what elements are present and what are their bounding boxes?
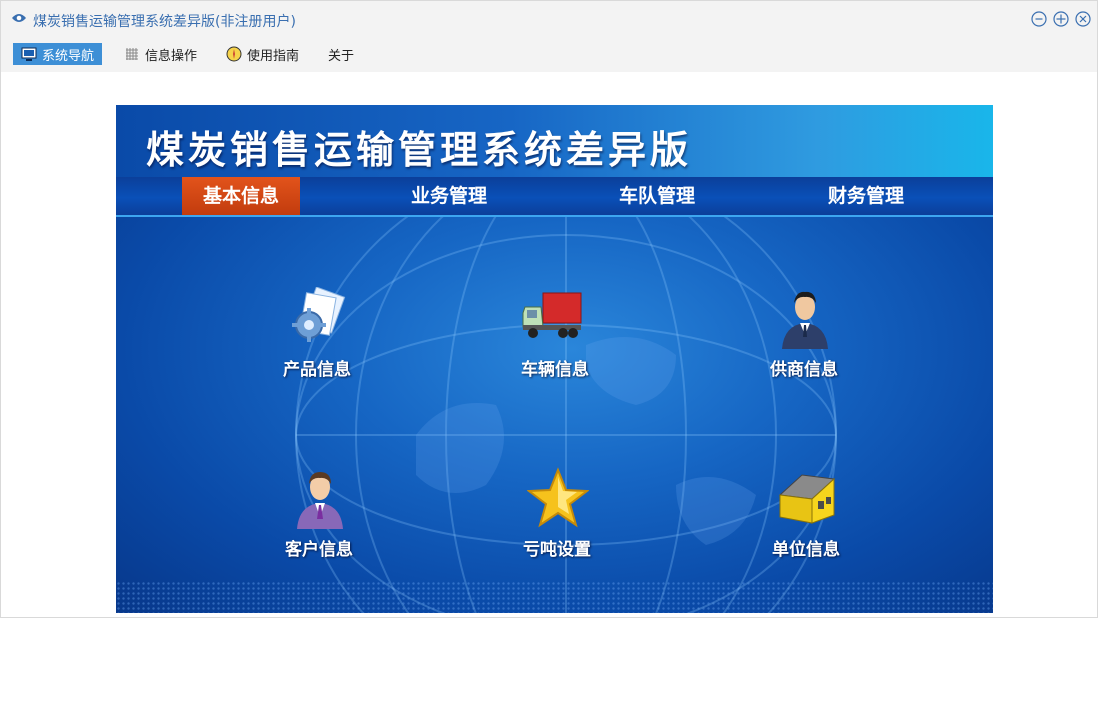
menu-item-label: 信息操作 <box>145 48 198 64</box>
app-window: 煤炭销售运输管理系统差异版(非注册用户) 系统导航 信息操作 使用指南 关于 煤… <box>0 0 1098 618</box>
minimize-icon[interactable] <box>1031 11 1047 27</box>
tile-label: 单位信息 <box>772 540 840 560</box>
menu-item-about[interactable]: 关于 <box>328 43 354 65</box>
guide-icon <box>226 46 242 62</box>
star-icon <box>527 467 589 528</box>
banner-bottom-pattern <box>116 581 993 613</box>
monitor-icon <box>21 47 37 61</box>
tile-label: 产品信息 <box>283 360 351 380</box>
menu-item-label: 使用指南 <box>247 48 300 64</box>
grid-icon <box>126 48 138 60</box>
tab-finance-management[interactable]: 财务管理 <box>807 177 925 215</box>
menu-bar: 系统导航 信息操作 使用指南 关于 <box>1 39 1097 72</box>
tile-product-info[interactable]: 产品信息 <box>252 287 382 397</box>
tile-unit-info[interactable]: 单位信息 <box>741 467 871 577</box>
tile-label: 车辆信息 <box>521 360 589 380</box>
tile-label: 客户信息 <box>285 540 353 560</box>
tile-label: 供商信息 <box>770 360 838 380</box>
truck-icon <box>522 292 582 338</box>
banner-navbar: 基本信息 业务管理 车队管理 财务管理 <box>116 177 993 217</box>
banner-header: 煤炭销售运输管理系统差异版 <box>116 105 993 177</box>
tile-shortage-settings[interactable]: 亏吨设置 <box>492 467 622 577</box>
supplier-person-icon <box>782 291 828 349</box>
navigation-banner: 煤炭销售运输管理系统差异版 基本信息 业务管理 车队管理 财务管理 产品信息 车… <box>116 105 993 613</box>
menu-item-user-guide[interactable]: 使用指南 <box>226 43 299 65</box>
menu-item-label: 系统导航 <box>42 48 95 64</box>
menu-item-system-nav[interactable]: 系统导航 <box>13 43 103 65</box>
tab-basic-info[interactable]: 基本信息 <box>182 177 300 215</box>
menu-item-info-ops[interactable]: 信息操作 <box>124 43 197 65</box>
tab-fleet-management[interactable]: 车队管理 <box>598 177 716 215</box>
close-icon[interactable] <box>1075 11 1091 27</box>
tile-customer-info[interactable]: 客户信息 <box>254 467 384 577</box>
main-content: 煤炭销售运输管理系统差异版 基本信息 业务管理 车队管理 财务管理 产品信息 车… <box>2 72 1096 617</box>
banner-title: 煤炭销售运输管理系统差异版 <box>146 128 693 172</box>
window-title: 煤炭销售运输管理系统差异版(非注册用户) <box>33 14 296 30</box>
tile-supplier-info[interactable]: 供商信息 <box>739 287 869 397</box>
gear-document-icon <box>292 287 346 342</box>
maximize-icon[interactable] <box>1053 11 1069 27</box>
customer-person-icon <box>297 472 343 529</box>
tile-vehicle-info[interactable]: 车辆信息 <box>490 287 620 397</box>
app-logo-icon <box>12 14 26 22</box>
menu-item-label: 关于 <box>328 48 355 64</box>
tile-label: 亏吨设置 <box>523 540 591 560</box>
title-bar: 煤炭销售运输管理系统差异版(非注册用户) <box>1 1 1097 39</box>
tab-business-management[interactable]: 业务管理 <box>390 177 508 215</box>
house-icon <box>778 474 836 524</box>
